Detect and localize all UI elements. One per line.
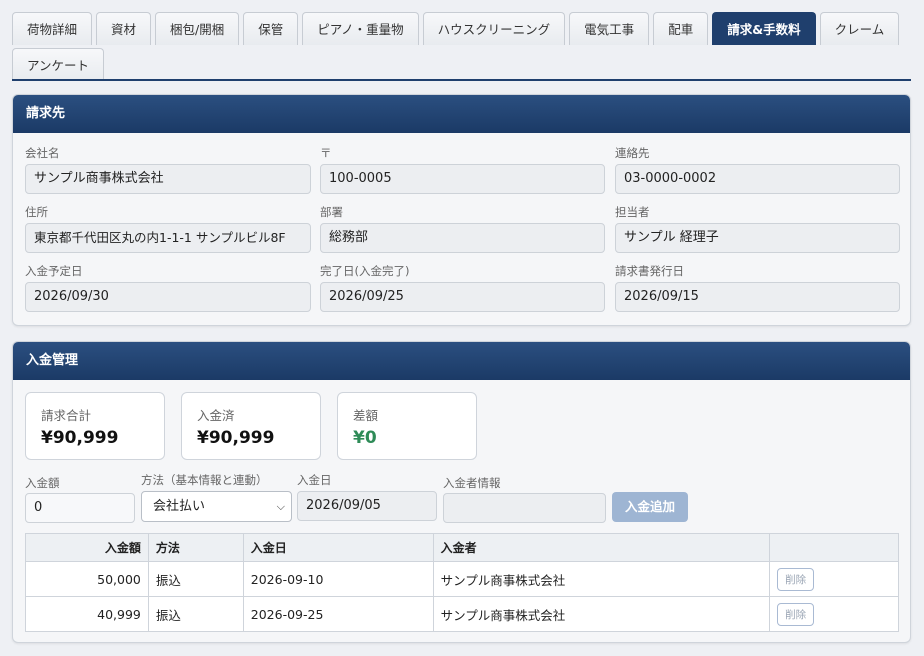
amount-label: 入金額 [25, 476, 60, 490]
total-label: 請求合計 [41, 408, 92, 423]
tab-survey[interactable]: アンケート [12, 48, 105, 81]
method-select[interactable]: 会社払い ⌵ [141, 491, 292, 522]
tab-house-cleaning[interactable]: ハウスクリーニング [422, 12, 566, 45]
billing-panel-title: 請求先 [13, 95, 910, 133]
delete-button[interactable]: 削除 [777, 602, 815, 626]
diff-value: ¥0 [353, 428, 377, 448]
total-card: 請求合計 ¥90,999 [25, 392, 165, 460]
tab-underline [12, 79, 911, 81]
row-date: 2026-09-10 [242, 561, 434, 597]
dept-label: 部署 [320, 205, 343, 219]
invoice-date-label: 請求書発行日 [615, 264, 684, 278]
row-amount: 40,999 [25, 596, 149, 632]
add-payment-button[interactable]: 入金追加 [612, 492, 689, 522]
tab-piano-heavy[interactable]: ピアノ・重量物 [302, 12, 419, 45]
person-field[interactable]: サンプル 経理子 [615, 223, 900, 253]
tab-row-2: アンケート [12, 48, 911, 81]
method-label: 方法（基本情報と連動） [141, 473, 268, 487]
amount-input[interactable]: 0 [25, 493, 135, 523]
completion-date-label: 完了日(入金完了) [320, 264, 410, 278]
billing-panel: 請求先 会社名 サンプル商事株式会社 〒 100-0005 連絡先 03-000… [12, 94, 911, 326]
diff-card: 差額 ¥0 [337, 392, 477, 460]
tab-storage[interactable]: 保管 [243, 12, 299, 45]
tab-row-1: 荷物詳細 資材 梱包/開梱 保管 ピアノ・重量物 ハウスクリーニング 電気工事 … [12, 12, 911, 45]
invoice-date-field[interactable]: 2026/09/15 [615, 282, 900, 312]
person-label: 担当者 [615, 205, 650, 219]
method-select-value: 会社払い [153, 499, 206, 514]
header-payer: 入金者 [432, 533, 771, 562]
header-amount: 入金額 [25, 533, 149, 562]
diff-label: 差額 [353, 408, 379, 423]
address-field[interactable]: 東京都千代田区丸の内1-1-1 サンプルビル8F [25, 223, 311, 253]
address-label: 住所 [25, 205, 48, 219]
tab-billing-fees[interactable]: 請求&手数料 [712, 12, 816, 45]
table-header-row: 入金額 方法 入金日 入金者 [25, 533, 899, 562]
paid-card: 入金済 ¥90,999 [181, 392, 321, 460]
header-date: 入金日 [242, 533, 434, 562]
zip-label: 〒 [320, 146, 332, 160]
row-method: 振込 [147, 596, 244, 632]
row-date: 2026-09-25 [242, 596, 434, 632]
company-field[interactable]: サンプル商事株式会社 [25, 164, 311, 194]
total-value: ¥90,999 [41, 428, 119, 448]
tab-electrical[interactable]: 電気工事 [569, 12, 650, 45]
tab-materials[interactable]: 資材 [96, 12, 152, 45]
delete-button[interactable]: 削除 [777, 567, 815, 591]
payer-label: 入金者情報 [443, 476, 501, 490]
row-action-cell: 削除 [769, 561, 899, 597]
header-method: 方法 [147, 533, 244, 562]
payer-input[interactable] [443, 493, 606, 523]
row-payer: サンプル商事株式会社 [432, 561, 771, 597]
row-amount: 50,000 [25, 561, 149, 597]
tab-packing[interactable]: 梱包/開梱 [155, 12, 240, 45]
table-row: 50,000 振込 2026-09-10 サンプル商事株式会社 削除 [25, 561, 899, 597]
dept-field[interactable]: 総務部 [320, 223, 605, 253]
payment-date-label: 入金日 [297, 473, 332, 487]
due-date-field[interactable]: 2026/09/30 [25, 282, 311, 312]
payment-panel: 入金管理 請求合計 ¥90,999 入金済 ¥90,999 差額 ¥0 入金額 … [12, 341, 911, 643]
paid-label: 入金済 [197, 408, 235, 423]
contact-field[interactable]: 03-0000-0002 [615, 164, 900, 194]
zip-field[interactable]: 100-0005 [320, 164, 605, 194]
header-action [769, 533, 899, 562]
contact-label: 連絡先 [615, 146, 650, 160]
payment-table: 入金額 方法 入金日 入金者 50,000 振込 2026-09-10 サンプル… [25, 533, 899, 632]
tab-dispatch[interactable]: 配車 [653, 12, 709, 45]
completion-date-field[interactable]: 2026/09/25 [320, 282, 605, 312]
row-method: 振込 [147, 561, 244, 597]
chevron-down-icon: ⌵ [276, 500, 285, 513]
company-label: 会社名 [25, 146, 60, 160]
tab-cargo-details[interactable]: 荷物詳細 [12, 12, 93, 45]
table-row: 40,999 振込 2026-09-25 サンプル商事株式会社 削除 [25, 596, 899, 632]
paid-value: ¥90,999 [197, 428, 275, 448]
due-date-label: 入金予定日 [25, 264, 83, 278]
payment-date-input[interactable]: 2026/09/05 [297, 491, 437, 521]
payment-panel-title: 入金管理 [13, 342, 910, 380]
row-payer: サンプル商事株式会社 [432, 596, 771, 632]
tab-bar: 荷物詳細 資材 梱包/開梱 保管 ピアノ・重量物 ハウスクリーニング 電気工事 … [12, 12, 911, 84]
row-action-cell: 削除 [769, 596, 899, 632]
tab-claims[interactable]: クレーム [819, 12, 900, 45]
